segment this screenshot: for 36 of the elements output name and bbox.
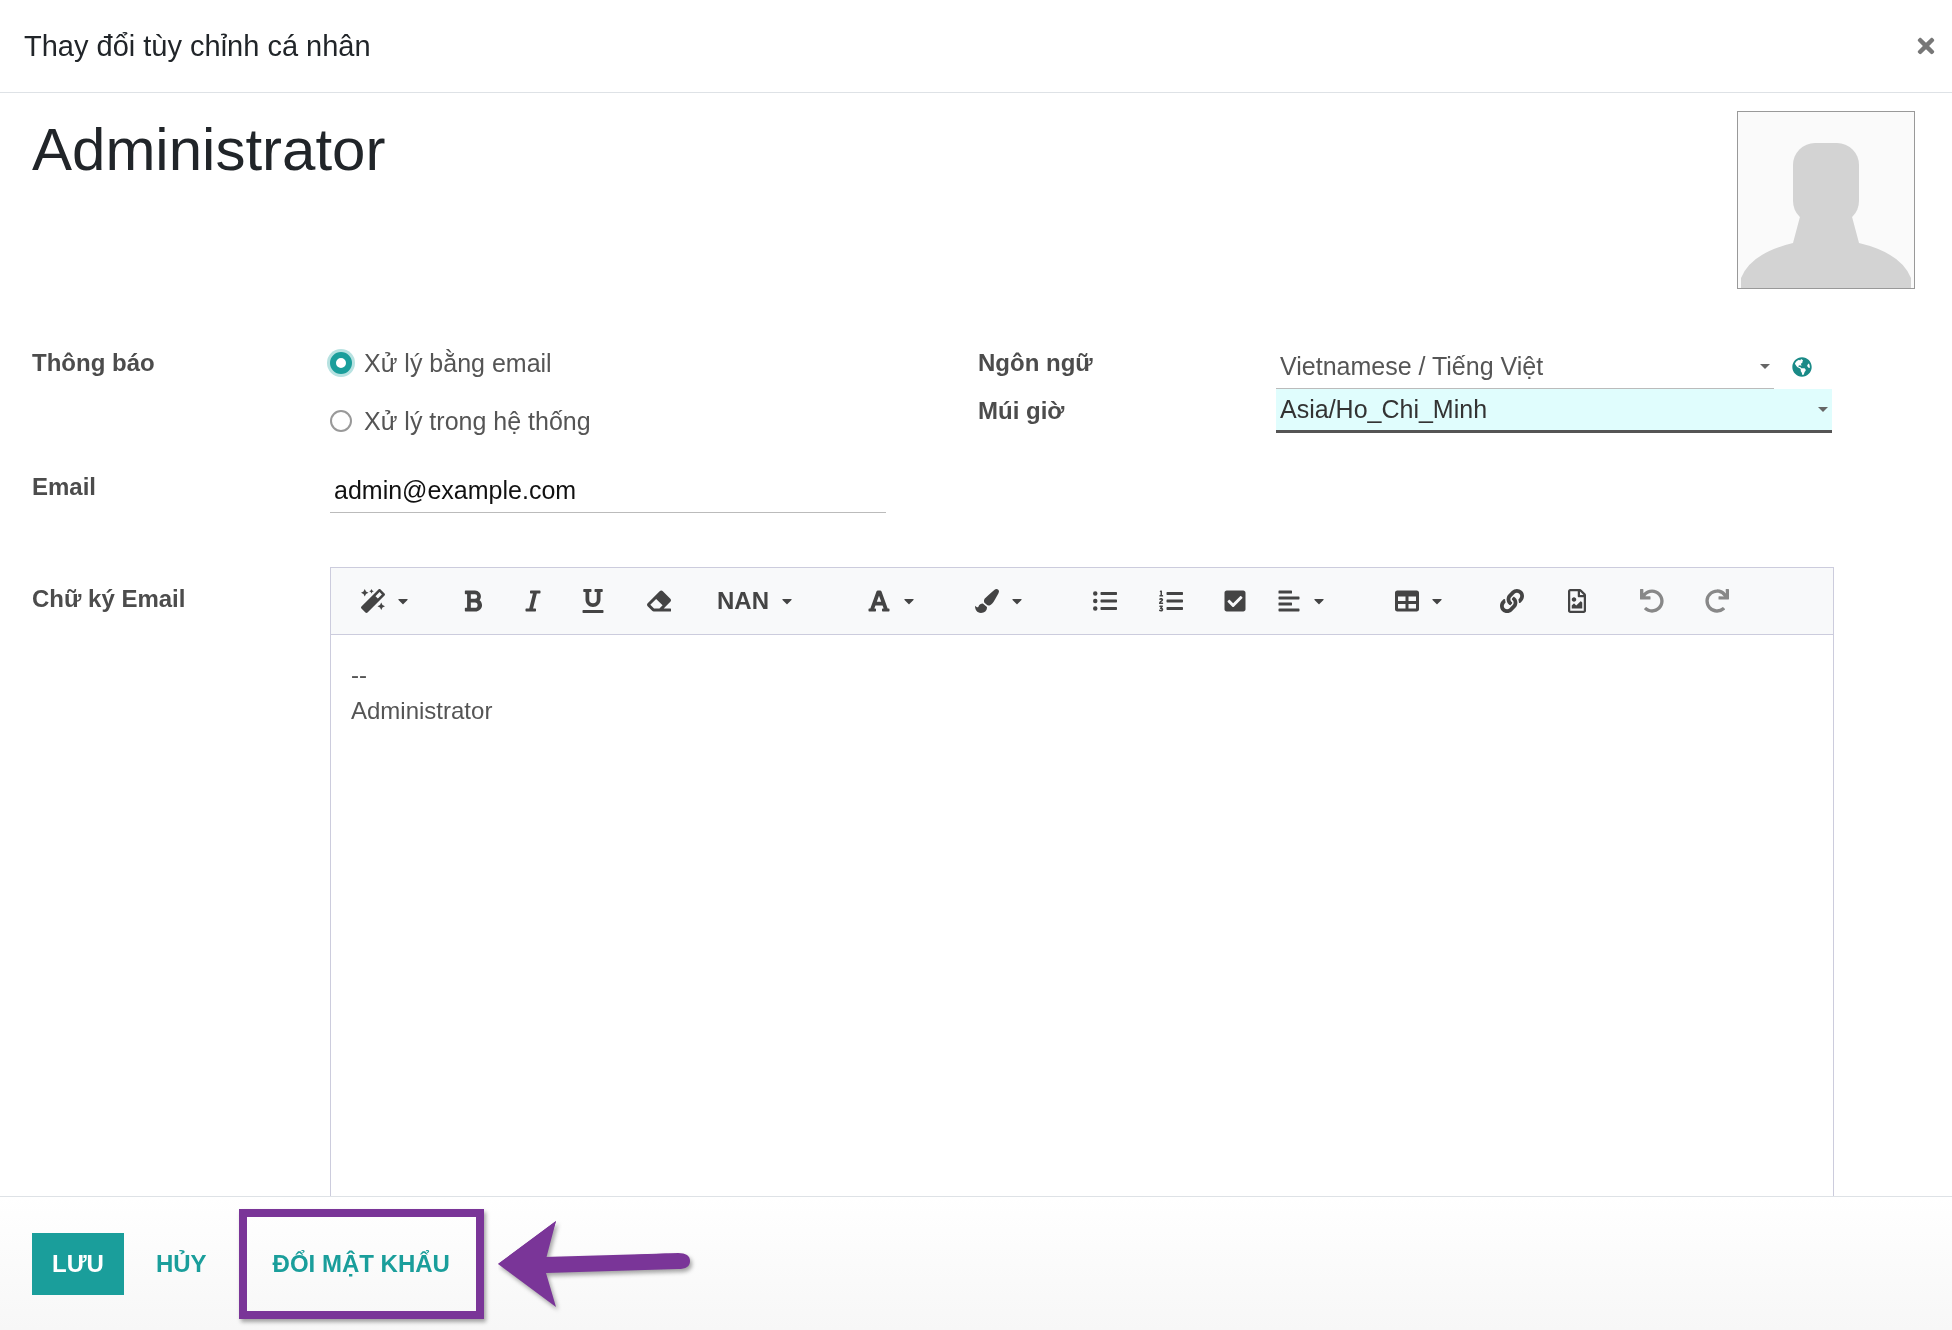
signature-text: -- — [351, 660, 368, 690]
undo-icon[interactable] — [1640, 589, 1664, 613]
email-field[interactable]: admin@example.com — [330, 469, 886, 513]
globe-icon[interactable] — [1792, 357, 1812, 377]
font-color-icon[interactable] — [867, 589, 891, 613]
dialog-title: Thay đổi tùy chỉnh cá nhân — [24, 29, 371, 63]
redo-icon[interactable] — [1705, 589, 1729, 613]
paintbrush-icon[interactable] — [975, 589, 999, 613]
field-label: Múi giờ — [978, 396, 1066, 426]
radio-option[interactable]: Xử lý trong hệ thống — [330, 403, 890, 439]
signature-editor[interactable]: NAN -- Administrator — [330, 567, 1834, 1196]
field-label: Thông báo — [32, 348, 156, 378]
magic-wand-icon[interactable] — [361, 589, 385, 613]
user-name: Administrator — [32, 115, 386, 185]
image-icon[interactable] — [1565, 589, 1589, 613]
field-label: Chữ ký Email — [32, 584, 187, 614]
bullet-list-icon[interactable] — [1093, 589, 1117, 613]
radio-label: Xử lý bằng email — [364, 348, 552, 379]
checklist-icon[interactable] — [1223, 589, 1247, 613]
radio-label: Xử lý trong hệ thống — [364, 406, 591, 437]
timezone-select[interactable]: Asia/Ho_Chi_Minh — [1276, 389, 1832, 433]
caret-icon — [1818, 407, 1828, 412]
link-icon[interactable] — [1500, 589, 1524, 613]
signature-text: Administrator — [351, 696, 494, 726]
radio-button[interactable] — [330, 352, 352, 374]
align-icon[interactable] — [1277, 589, 1301, 613]
radio-button[interactable] — [330, 410, 352, 432]
underline-icon[interactable] — [581, 589, 605, 613]
numbered-list-icon[interactable] — [1159, 589, 1183, 613]
radio-option[interactable]: Xử lý bằng email — [330, 345, 890, 381]
field-label: Ngôn ngữ — [978, 348, 1094, 378]
font-size-dropdown[interactable]: NAN — [717, 587, 769, 615]
caret-icon — [1760, 364, 1770, 369]
eraser-icon[interactable] — [647, 589, 671, 613]
table-icon[interactable] — [1395, 589, 1419, 613]
field-label: Email — [32, 472, 98, 502]
